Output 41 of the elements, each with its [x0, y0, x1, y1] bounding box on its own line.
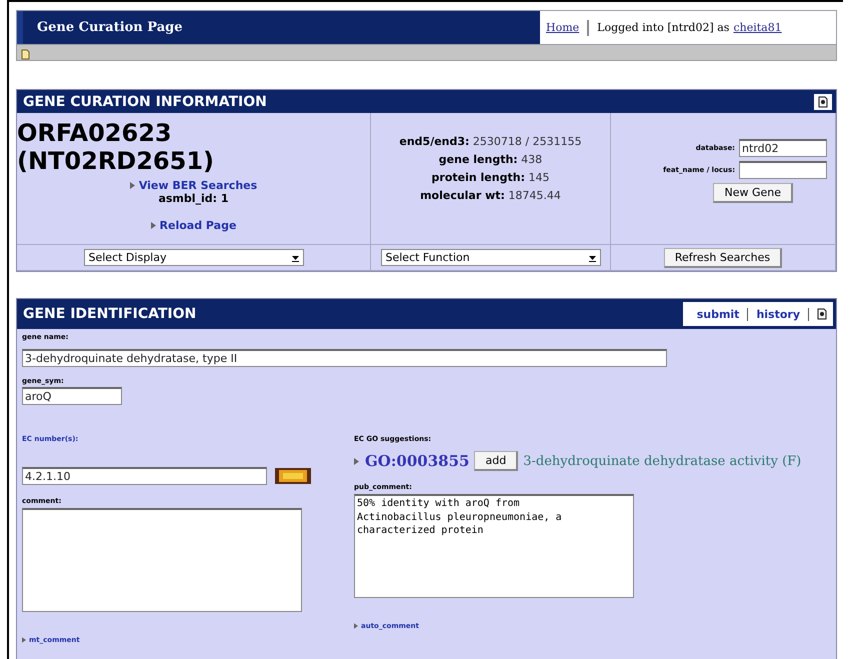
help-icon[interactable] — [818, 96, 828, 108]
page-title: Gene Curation Page — [17, 11, 540, 44]
stat-text: protein length: 145 — [432, 171, 550, 184]
gene-name-field[interactable]: 3-dehydroquinate dehydratase, type II — [22, 349, 667, 367]
page-icon[interactable] — [21, 49, 30, 60]
section-title: GENE CURATION INFORMATION — [23, 94, 267, 110]
add-button[interactable]: add — [474, 451, 518, 471]
bullet-icon — [150, 222, 156, 229]
database-field[interactable]: ntrd02 — [739, 139, 827, 157]
header-link[interactable]: submit — [696, 308, 740, 320]
bullet-icon — [130, 182, 135, 189]
refresh-button[interactable]: Refresh Searches — [664, 248, 782, 268]
go-link[interactable]: GO:0003855 — [354, 452, 470, 470]
bullet-icon — [22, 637, 26, 643]
stat-text: end5/end3: 2530718 / 2531155 — [399, 135, 582, 148]
bullet-icon — [354, 458, 359, 464]
reload-link[interactable]: Reload Page — [150, 219, 236, 232]
logo-button-icon[interactable] — [275, 468, 311, 484]
function-select[interactable]: Select Function — [380, 249, 600, 266]
ec-field[interactable]: 4.2.1.10 — [22, 467, 267, 485]
locus-field[interactable] — [739, 161, 827, 179]
caret-icon — [292, 254, 298, 262]
stat-text: gene length: 438 — [438, 153, 542, 166]
go-description: 3-dehydroquinate dehydratase activity (F) — [523, 454, 802, 468]
ber-link[interactable]: View BER Searches — [130, 179, 258, 192]
comment-field[interactable] — [22, 508, 302, 612]
help-icon[interactable] — [817, 308, 827, 320]
asmbl-id: asmbl_id: 1 — [158, 192, 229, 205]
user-link[interactable]: cheita81 — [733, 21, 782, 34]
login-text: Logged into [ntrd02] as — [597, 21, 730, 34]
pub-comment-field[interactable]: 50% identity with aroQ from Actinobacillus pleuropneumoniae, a characterized protein — [354, 494, 634, 598]
stat-text: molecular wt: 18745.44 — [420, 189, 561, 202]
display-select[interactable]: Select Display — [84, 249, 304, 266]
section-title: GENE IDENTIFICATION — [23, 306, 196, 322]
home-link[interactable]: Home — [546, 21, 580, 34]
bullet-icon — [354, 623, 358, 629]
caret-icon — [588, 254, 596, 262]
gene-sym-field[interactable]: aroQ — [22, 387, 122, 405]
gene-id: ORFA02623 (NT02RD2651) — [17, 119, 215, 175]
header-link[interactable]: history — [756, 308, 800, 320]
new-gene-button[interactable]: New Gene — [713, 183, 793, 203]
